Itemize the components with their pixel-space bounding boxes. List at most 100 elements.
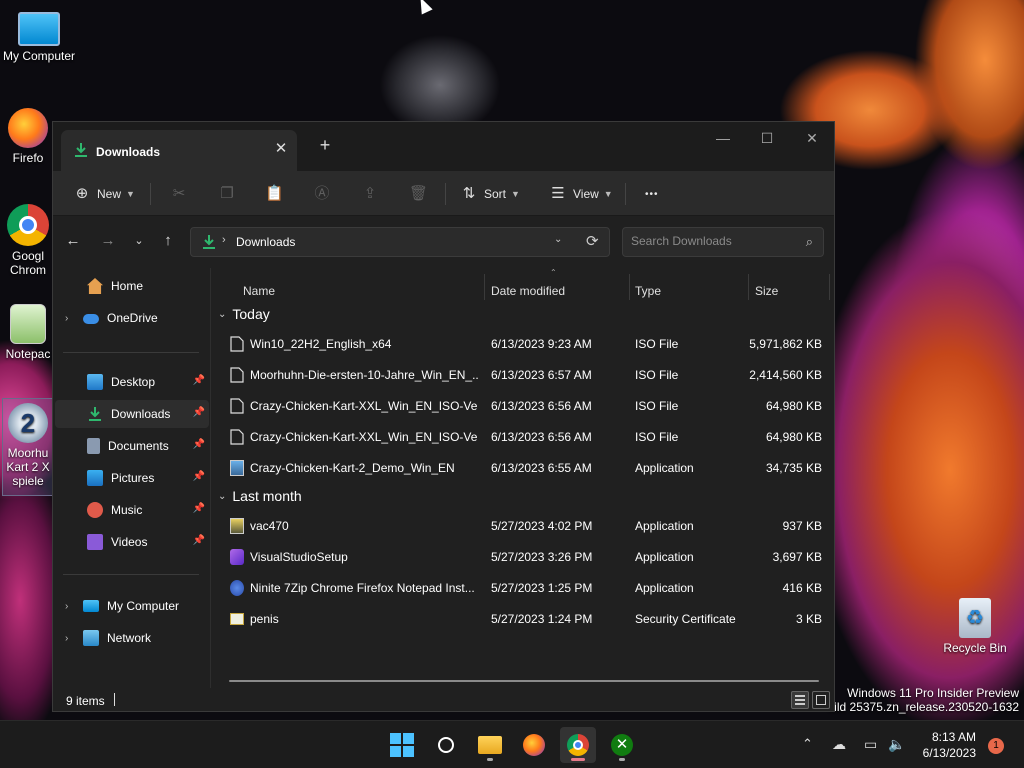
network-icon: [83, 630, 99, 646]
search-input[interactable]: [631, 234, 791, 248]
sidebar-item-documents[interactable]: Documents 📌: [55, 432, 209, 460]
chrome-icon: [567, 734, 589, 756]
file-date: 6/13/2023 6:55 AM: [491, 461, 592, 475]
sidebar-item-onedrive[interactable]: › OneDrive: [55, 304, 209, 332]
desktop-icon-notepad[interactable]: Notepac: [0, 304, 56, 361]
column-header-name[interactable]: Name: [243, 276, 275, 306]
status-divider: [114, 693, 115, 706]
view-button[interactable]: ☰ View ▼: [549, 183, 612, 205]
file-type: ISO File: [635, 430, 679, 444]
rename-icon: Ⓐ: [314, 185, 330, 202]
desktop-icon-label: Recycle Bin: [943, 641, 1007, 655]
table-row[interactable]: Win10_22H2_English_x64 6/13/2023 9:23 AM…: [228, 330, 822, 358]
pin-icon: 📌: [192, 407, 205, 418]
horizontal-scrollbar[interactable]: [229, 680, 819, 682]
running-indicator: [487, 758, 493, 761]
document-icon: [230, 429, 244, 445]
new-button[interactable]: ⊕ New ▼: [73, 183, 135, 205]
address-bar[interactable]: › Downloads ⌄ ⟳: [190, 227, 610, 257]
search-box[interactable]: ⌕: [622, 227, 824, 257]
address-path[interactable]: Downloads: [236, 235, 295, 249]
column-divider[interactable]: [829, 274, 830, 300]
details-view-button[interactable]: [791, 691, 809, 709]
taskbar-chrome[interactable]: [560, 727, 596, 763]
minimize-button[interactable]: —: [701, 126, 745, 150]
column-header-type[interactable]: Type: [635, 276, 661, 306]
desktop-icon-moorhuhn[interactable]: 2 Moorhu Kart 2 X spiele: [2, 398, 54, 496]
show-hidden-icons-button[interactable]: ⌃: [802, 736, 813, 752]
rename-button[interactable]: Ⓐ: [313, 183, 337, 205]
taskbar-firefox[interactable]: [516, 727, 552, 763]
share-icon: ⇪: [363, 185, 377, 202]
expand-chevron-icon[interactable]: ›: [65, 633, 79, 644]
address-dropdown-icon[interactable]: ⌄: [554, 234, 562, 245]
sidebar-item-home[interactable]: Home: [55, 272, 209, 300]
file-date: 5/27/2023 3:26 PM: [491, 550, 593, 564]
network-icon[interactable]: ▭: [864, 736, 877, 753]
recent-locations-button[interactable]: ⌄: [128, 230, 150, 252]
taskbar-file-explorer[interactable]: [472, 727, 508, 763]
sidebar-item-downloads[interactable]: Downloads 📌: [55, 400, 209, 428]
sidebar-item-music[interactable]: Music 📌: [55, 496, 209, 524]
delete-button[interactable]: 🗑: [409, 183, 433, 205]
desktop-icon-recycle-bin[interactable]: ♻ Recycle Bin: [937, 598, 1013, 655]
taskbar-xbox[interactable]: ✕: [604, 727, 640, 763]
cloud-offline-icon[interactable]: ☁: [832, 736, 846, 753]
column-divider[interactable]: [484, 274, 485, 300]
table-row[interactable]: VisualStudioSetup 5/27/2023 3:26 PM Appl…: [228, 543, 822, 571]
column-header-size[interactable]: Size: [755, 276, 778, 306]
table-row[interactable]: vac470 5/27/2023 4:02 PM Application 937…: [228, 512, 822, 540]
clock[interactable]: 8:13 AM 6/13/2023: [914, 729, 976, 761]
desktop-icon-firefox[interactable]: Firefo: [0, 108, 56, 165]
table-row[interactable]: Crazy-Chicken-Kart-XXL_Win_EN_ISO-Ve... …: [228, 423, 822, 451]
sidebar-item-desktop[interactable]: Desktop 📌: [55, 368, 209, 396]
table-row[interactable]: Moorhuhn-Die-ersten-10-Jahre_Win_EN_... …: [228, 361, 822, 389]
thumbnail-view-button[interactable]: [812, 691, 830, 709]
search-icon: [438, 737, 454, 753]
tab-downloads[interactable]: Downloads ✕: [61, 130, 297, 171]
desktop-folder-icon: [87, 374, 103, 390]
search-button[interactable]: [428, 727, 464, 763]
maximize-button[interactable]: ☐: [745, 126, 789, 150]
share-button[interactable]: ⇪: [361, 183, 385, 205]
file-type: Application: [635, 519, 694, 533]
desktop-icon-chrome[interactable]: Googl Chrom: [0, 204, 56, 277]
column-divider[interactable]: [748, 274, 749, 300]
sidebar-item-videos[interactable]: Videos 📌: [55, 528, 209, 556]
close-tab-button[interactable]: ✕: [271, 139, 291, 159]
notification-badge[interactable]: 1: [988, 738, 1004, 754]
paste-button[interactable]: 📋: [265, 183, 289, 205]
table-row[interactable]: Crazy-Chicken-Kart-XXL_Win_EN_ISO-Ve... …: [228, 392, 822, 420]
desktop-icon-my-computer[interactable]: My Computer: [1, 10, 77, 63]
more-options-button[interactable]: •••: [645, 183, 659, 205]
expand-chevron-icon[interactable]: ›: [65, 313, 79, 324]
volume-icon[interactable]: 🔈: [888, 736, 905, 753]
column-header-date[interactable]: Date modified: [491, 276, 565, 306]
group-header-today[interactable]: ⌄ Today: [218, 306, 270, 322]
close-window-button[interactable]: ✕: [790, 126, 834, 150]
sidebar-item-pictures[interactable]: Pictures 📌: [55, 464, 209, 492]
music-icon: [87, 502, 103, 518]
sidebar-item-network[interactable]: › Network: [55, 624, 209, 652]
column-divider[interactable]: [629, 274, 630, 300]
group-header-last-month[interactable]: ⌄ Last month: [218, 488, 302, 504]
start-button[interactable]: [384, 727, 420, 763]
back-button[interactable]: ←: [62, 230, 84, 252]
sidebar-divider: [63, 352, 199, 353]
sort-button[interactable]: ⇅ Sort ▼: [460, 183, 520, 205]
sidebar-item-my-computer[interactable]: › My Computer: [55, 592, 209, 620]
table-row[interactable]: penis 5/27/2023 1:24 PM Security Certifi…: [228, 605, 822, 633]
expand-chevron-icon[interactable]: ›: [65, 601, 79, 612]
refresh-icon[interactable]: ⟳: [586, 232, 599, 250]
home-icon: [87, 278, 103, 294]
sort-label: Sort: [484, 187, 507, 201]
pin-icon: 📌: [192, 503, 205, 514]
table-row[interactable]: Ninite 7Zip Chrome Firefox Notepad Inst.…: [228, 574, 822, 602]
new-tab-button[interactable]: +: [313, 136, 337, 156]
forward-button[interactable]: →: [97, 230, 119, 252]
copy-button[interactable]: ❐: [218, 183, 242, 205]
cut-button[interactable]: ✂: [170, 183, 194, 205]
up-button[interactable]: ↑: [157, 230, 179, 252]
item-count: 9 items: [66, 694, 105, 708]
table-row[interactable]: Crazy-Chicken-Kart-2_Demo_Win_EN 6/13/20…: [228, 454, 822, 482]
